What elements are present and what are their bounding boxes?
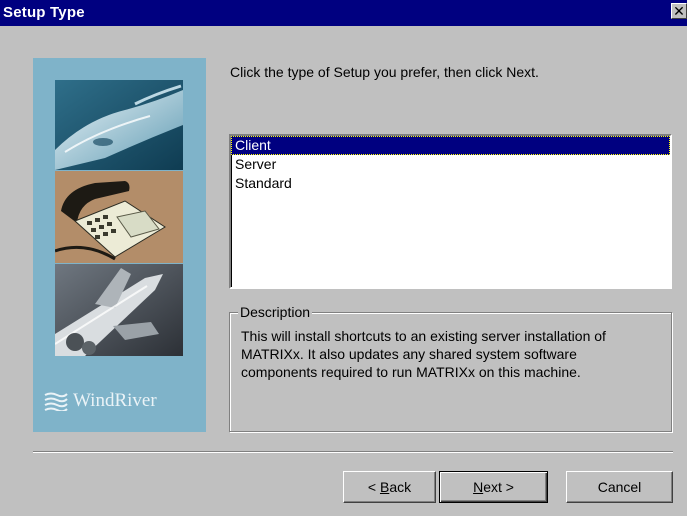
back-button-prefix: < (367, 479, 380, 495)
description-text: This will install shortcuts to an existi… (241, 327, 661, 381)
logo-text: WindRiver (73, 390, 157, 411)
back-button-label: ack (389, 479, 412, 495)
description-line: components required to run MATRIXx on th… (241, 364, 581, 380)
close-icon: ✕ (673, 3, 685, 19)
list-item-client[interactable]: Client (231, 136, 670, 155)
telephone-image (55, 171, 183, 263)
description-line: This will install shortcuts to an existi… (241, 328, 606, 344)
list-item-label: Server (235, 156, 277, 172)
back-button[interactable]: < Back (343, 471, 436, 503)
cancel-button[interactable]: Cancel (566, 471, 673, 503)
list-item-standard[interactable]: Standard (231, 174, 670, 193)
window-title: Setup Type (3, 4, 85, 21)
description-legend: Description (238, 304, 313, 320)
windriver-wave-icon (44, 392, 68, 411)
next-button-label: ext > (483, 479, 514, 495)
description-groupbox: Description This will install shortcuts … (229, 304, 672, 432)
wizard-artwork: WindRiver (33, 58, 206, 432)
back-button-mnemonic: B (379, 479, 390, 495)
list-item-label: Standard (235, 175, 292, 191)
space-shuttle-image (55, 264, 183, 356)
close-button[interactable]: ✕ (671, 3, 687, 19)
next-button[interactable]: Next > (439, 471, 548, 503)
title-bar[interactable]: Setup Type ✕ (0, 0, 687, 26)
setup-type-dialog: Setup Type ✕ WindRiver Click the type of… (0, 0, 687, 516)
cancel-button-label: Cancel (597, 479, 642, 495)
separator (33, 451, 673, 453)
list-item-server[interactable]: Server (231, 155, 670, 174)
setup-type-listbox[interactable]: Client Server Standard (229, 134, 672, 289)
car-image (55, 80, 183, 170)
windriver-logo: WindRiver (43, 386, 203, 416)
description-line: MATRIXx. It also updates any shared syst… (241, 346, 577, 362)
instruction-text: Click the type of Setup you prefer, then… (230, 64, 539, 80)
list-item-label: Client (235, 137, 271, 153)
next-button-mnemonic: N (473, 479, 484, 495)
